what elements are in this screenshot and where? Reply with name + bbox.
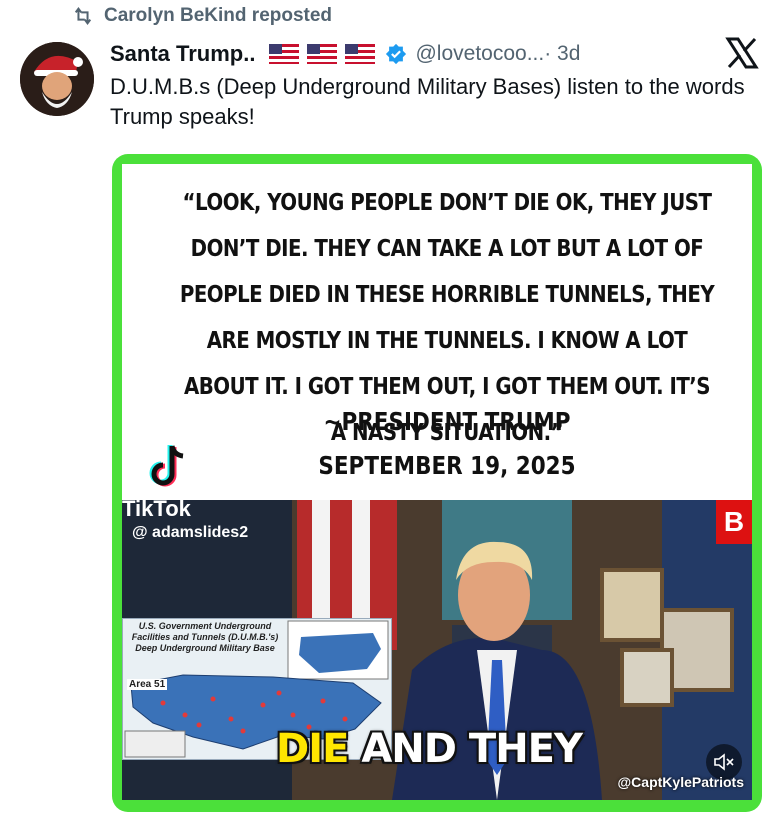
quote-attribution: ~PRESIDENT TRUMP SEPTEMBER 19, 2025 bbox=[176, 400, 718, 488]
x-logo-icon[interactable] bbox=[725, 36, 759, 70]
flag-emojis bbox=[269, 44, 376, 64]
tiktok-icon bbox=[149, 445, 184, 487]
repost-icon bbox=[74, 7, 92, 25]
repost-label: Carolyn BeKind reposted bbox=[104, 5, 333, 26]
verified-badge-icon bbox=[386, 43, 407, 65]
attribution-name: ~PRESIDENT TRUMP bbox=[323, 407, 571, 436]
credit-watermark: @CaptKylePatriots bbox=[617, 774, 744, 790]
handle-text: @lovetocoo... bbox=[415, 42, 545, 65]
attribution-date: SEPTEMBER 19, 2025 bbox=[318, 451, 576, 480]
post-time: · 3d bbox=[544, 42, 581, 65]
video-caption: DIE AND THEY bbox=[276, 726, 583, 772]
post-header: Santa Trump.. @lovetocoo...· 3d bbox=[110, 38, 761, 70]
tiktok-watermark: TikTok bbox=[122, 500, 191, 521]
map-area51-label: Area 51 bbox=[127, 679, 168, 690]
mute-icon bbox=[714, 753, 734, 771]
tiktok-username: @ adamslides2 bbox=[132, 524, 249, 541]
caption-highlight: DIE bbox=[276, 726, 349, 772]
repost-indicator[interactable]: Carolyn BeKind reposted bbox=[72, 4, 332, 28]
post-text: D.U.M.B.s (Deep Underground Military Bas… bbox=[110, 74, 745, 129]
channel-logo: B bbox=[716, 500, 752, 544]
us-flag-icon bbox=[307, 44, 338, 64]
avatar[interactable] bbox=[20, 42, 94, 116]
author-name[interactable]: Santa Trump.. bbox=[110, 41, 255, 67]
caption-rest: AND THEY bbox=[348, 726, 583, 772]
quote-card: “LOOK, YOUNG PEOPLE DON’T DIE OK, THEY J… bbox=[122, 164, 752, 500]
post-video[interactable]: “LOOK, YOUNG PEOPLE DON’T DIE OK, THEY J… bbox=[112, 154, 762, 812]
video-frame[interactable]: B TikTok @ adamslides2 U.S. Government U… bbox=[122, 500, 752, 800]
author-handle[interactable]: @lovetocoo...· 3d bbox=[415, 42, 580, 66]
us-flag-icon bbox=[345, 44, 376, 64]
avatar-image bbox=[20, 42, 94, 116]
us-flag-icon bbox=[269, 44, 300, 64]
